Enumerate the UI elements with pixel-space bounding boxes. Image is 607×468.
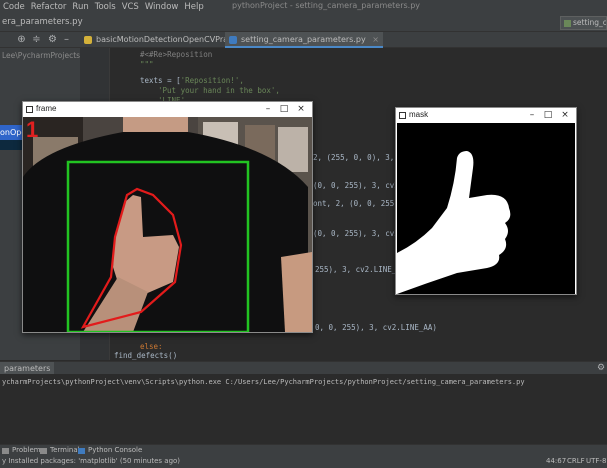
menu-bar: Code Refactor Run Tools VCS Window Help …	[0, 0, 607, 14]
menu-help[interactable]: Help	[181, 2, 206, 12]
minimize-icon[interactable]: –	[260, 102, 276, 117]
file-encoding[interactable]: UTF-8	[586, 457, 606, 465]
status-message[interactable]: y Installed packages: 'matplotlib' (50 m…	[2, 457, 180, 465]
collapse-icon[interactable]: ≑	[31, 34, 42, 45]
menu-vcs[interactable]: VCS	[119, 2, 142, 12]
close-icon[interactable]: ×	[557, 108, 573, 123]
maximize-icon[interactable]: □	[276, 102, 292, 117]
frame-counter: 1	[26, 117, 39, 142]
tool-window-bar: Problems Terminal Python Console	[0, 444, 607, 456]
python-console-icon	[78, 448, 85, 454]
run-panel-header: parameters ⚙	[0, 361, 607, 375]
run-console[interactable]: ycharmProjects\pythonProject\venv\Script…	[0, 374, 607, 444]
window-icon	[399, 112, 406, 119]
tool-tab-label: Python Console	[88, 446, 143, 454]
tool-tab-python-console[interactable]: Python Console	[78, 446, 142, 454]
cursor-position[interactable]: 44:67	[546, 457, 566, 465]
breadcrumb[interactable]: era_parameters.py	[2, 17, 83, 27]
maximize-icon[interactable]: □	[540, 108, 556, 123]
mask-window-title: mask	[409, 110, 429, 119]
status-bar: y Installed packages: 'matplotlib' (50 m…	[0, 456, 607, 468]
code-line: else:	[140, 342, 163, 351]
minimize-panel-icon[interactable]: –	[61, 34, 72, 45]
code-line: (0, 0, 255), 3, cv2.L	[313, 181, 408, 190]
python-file-icon	[84, 36, 92, 44]
camera-frame: 1	[23, 117, 312, 332]
close-icon[interactable]: ×	[372, 35, 379, 44]
project-row[interactable]	[0, 140, 22, 150]
code-line: """	[140, 60, 154, 69]
python-file-icon	[229, 36, 237, 44]
tab-setting-camera-parameters[interactable]: setting_camera_parameters.py ×	[225, 32, 383, 48]
menu-tools[interactable]: Tools	[92, 2, 119, 12]
mask-image	[397, 123, 575, 294]
code-token: 'Reposition!',	[180, 76, 244, 85]
code-line: (0, 0, 255), 3, cv2.L	[313, 229, 408, 238]
menu-window[interactable]: Window	[142, 2, 182, 12]
line-separator[interactable]: CRLF	[567, 457, 585, 465]
menu-code[interactable]: Code	[0, 2, 28, 12]
frame-titlebar[interactable]: frame – □ ×	[23, 102, 312, 117]
mask-window[interactable]: mask – □ ×	[395, 107, 577, 295]
python-icon	[564, 20, 571, 27]
mask-titlebar[interactable]: mask – □ ×	[396, 108, 576, 123]
minimize-icon[interactable]: –	[524, 108, 540, 123]
gear-icon[interactable]: ⚙	[47, 34, 58, 45]
editor-tab-bar: ⊕ ≑ ⚙ – basicMotionDetectionOpenCVPracti…	[0, 32, 607, 48]
crosshair-icon[interactable]: ⊕	[16, 34, 27, 45]
hand-mask	[397, 123, 575, 294]
menu-run[interactable]: Run	[69, 2, 91, 12]
window-icon	[26, 106, 33, 113]
frame-window[interactable]: frame – □ × 1	[22, 101, 313, 333]
gear-icon[interactable]: ⚙	[597, 363, 605, 373]
code-token: texts = [	[140, 76, 181, 85]
run-configuration-selector[interactable]: setting_cam	[560, 16, 607, 30]
problems-icon	[2, 448, 9, 454]
tool-tab-terminal[interactable]: Terminal	[40, 446, 80, 454]
close-icon[interactable]: ×	[293, 102, 309, 117]
tool-tab-problems[interactable]: Problems	[2, 446, 44, 454]
console-line: ycharmProjects\pythonProject\venv\Script…	[2, 378, 525, 386]
code-line: find_defects()	[114, 351, 178, 360]
camera-image	[23, 117, 312, 332]
project-path[interactable]: Lee\PycharmProjects	[2, 51, 82, 63]
tool-tab-label: Terminal	[50, 446, 80, 454]
code-line: 'Put your hand in the box',	[158, 86, 280, 95]
terminal-icon	[40, 448, 47, 454]
code-line: #<#Re>Reposition	[140, 50, 213, 59]
frame-window-title: frame	[36, 104, 57, 113]
code-line: texts = ['Reposition!',	[140, 76, 244, 85]
tab-label: setting_camera_parameters.py	[241, 35, 366, 44]
window-title: pythonProject - setting_camera_parameter…	[232, 1, 421, 10]
code-line: 0, 0, 255), 3, cv2.LINE_AA)	[315, 323, 437, 332]
run-config-label: setting_cam	[573, 18, 607, 27]
navigation-bar: era_parameters.py setting_cam	[0, 14, 607, 32]
menu-refactor[interactable]: Refactor	[28, 2, 70, 12]
